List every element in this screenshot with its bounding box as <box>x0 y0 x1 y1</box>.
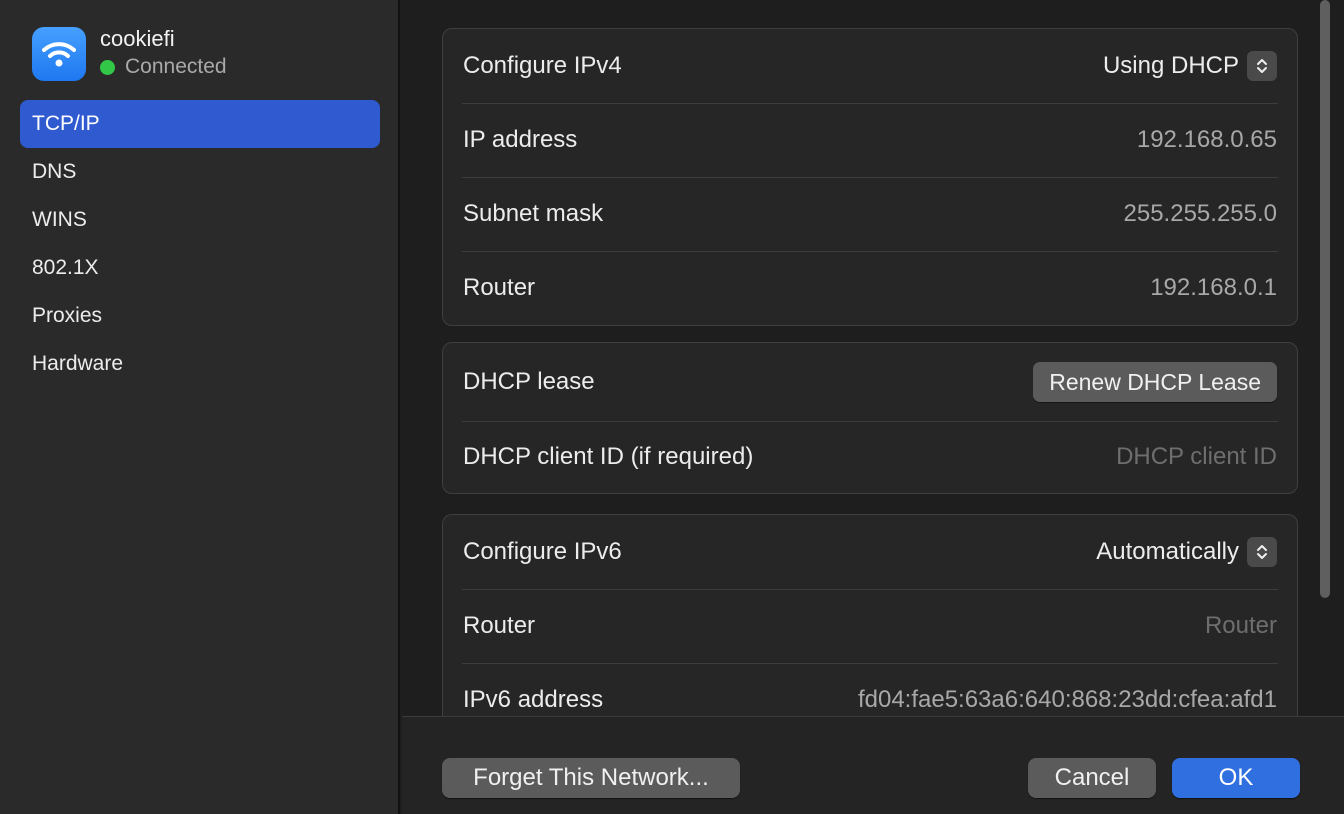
sidebar-item-wins[interactable]: WINS <box>20 196 380 244</box>
ipv4-group: Configure IPv4 Using DHCP IP address 192… <box>442 28 1298 326</box>
dialog-footer: Forget This Network... Cancel OK <box>402 716 1344 814</box>
dhcp-client-id-field[interactable]: DHCP client ID <box>1116 443 1277 471</box>
configure-ipv4-label: Configure IPv4 <box>463 52 622 79</box>
dhcp-group: DHCP lease Renew DHCP Lease DHCP client … <box>442 342 1298 494</box>
network-name: cookiefi <box>100 26 175 51</box>
ok-button[interactable]: OK <box>1172 758 1300 798</box>
subnet-mask-row: Subnet mask 255.255.255.0 <box>443 177 1297 251</box>
dhcp-client-id-label: DHCP client ID (if required) <box>463 443 754 470</box>
router-row: Router 192.168.0.1 <box>443 251 1297 325</box>
forget-network-button[interactable]: Forget This Network... <box>442 758 740 798</box>
ipv6-router-row: Router Router <box>443 589 1297 663</box>
connection-status: Connected <box>100 52 227 82</box>
sidebar-item-tcpip[interactable]: TCP/IP <box>20 100 380 148</box>
dhcp-lease-label: DHCP lease <box>463 368 595 395</box>
ip-address-value: 192.168.0.65 <box>1136 126 1277 153</box>
configure-ipv4-row: Configure IPv4 Using DHCP <box>443 29 1297 103</box>
wifi-icon <box>32 27 86 81</box>
sidebar-item-8021x[interactable]: 802.1X <box>20 244 380 292</box>
ip-address-row: IP address 192.168.0.65 <box>443 103 1297 177</box>
sidebar-item-hardware[interactable]: Hardware <box>20 340 380 388</box>
ipv6-address-row: IPv6 address fd04:fae5:63a6:640:868:23dd… <box>443 663 1297 716</box>
configure-ipv6-value: Automatically <box>1096 538 1239 565</box>
scrollbar-thumb[interactable] <box>1320 0 1330 598</box>
configure-ipv6-popup[interactable]: Automatically <box>1096 537 1277 567</box>
configure-ipv6-row: Configure IPv6 Automatically <box>443 515 1297 589</box>
configure-ipv6-label: Configure IPv6 <box>463 538 622 565</box>
subnet-mask-value: 255.255.255.0 <box>1123 200 1277 227</box>
router-value: 192.168.0.1 <box>1150 274 1277 301</box>
sidebar: cookiefi Connected TCP/IP DNS WINS 802.1… <box>0 0 400 814</box>
popup-chevron-icon <box>1247 51 1277 81</box>
dhcp-lease-row: DHCP lease Renew DHCP Lease <box>443 343 1297 421</box>
ipv6-address-value: fd04:fae5:63a6:640:868:23dd:cfea:afd1 <box>857 686 1277 713</box>
sidebar-nav: TCP/IP DNS WINS 802.1X Proxies Hardware <box>20 100 380 388</box>
cancel-button[interactable]: Cancel <box>1028 758 1156 798</box>
settings-content[interactable]: Configure IPv4 Using DHCP IP address 192… <box>402 0 1344 716</box>
popup-chevron-icon <box>1247 537 1277 567</box>
network-details-window: cookiefi Connected TCP/IP DNS WINS 802.1… <box>0 0 1344 814</box>
configure-ipv4-popup[interactable]: Using DHCP <box>1103 51 1277 81</box>
ipv6-group: Configure IPv6 Automatically Router Rout… <box>442 514 1298 716</box>
configure-ipv4-value: Using DHCP <box>1102 52 1239 79</box>
sidebar-item-proxies[interactable]: Proxies <box>20 292 380 340</box>
ipv6-address-label: IPv6 address <box>463 686 604 713</box>
scrollbar[interactable] <box>1316 0 1336 716</box>
ipv6-router-value: Router <box>1204 612 1277 639</box>
connection-status-label: Connected <box>125 55 227 78</box>
dhcp-client-id-row: DHCP client ID (if required) DHCP client… <box>443 421 1297 493</box>
ipv6-router-label: Router <box>463 612 536 639</box>
ip-address-label: IP address <box>463 126 578 153</box>
network-header: cookiefi Connected <box>32 26 227 82</box>
renew-dhcp-lease-button[interactable]: Renew DHCP Lease <box>1033 362 1277 402</box>
subnet-mask-label: Subnet mask <box>463 200 604 227</box>
sidebar-item-dns[interactable]: DNS <box>20 148 380 196</box>
status-dot-icon <box>100 59 115 75</box>
router-label: Router <box>463 274 536 301</box>
